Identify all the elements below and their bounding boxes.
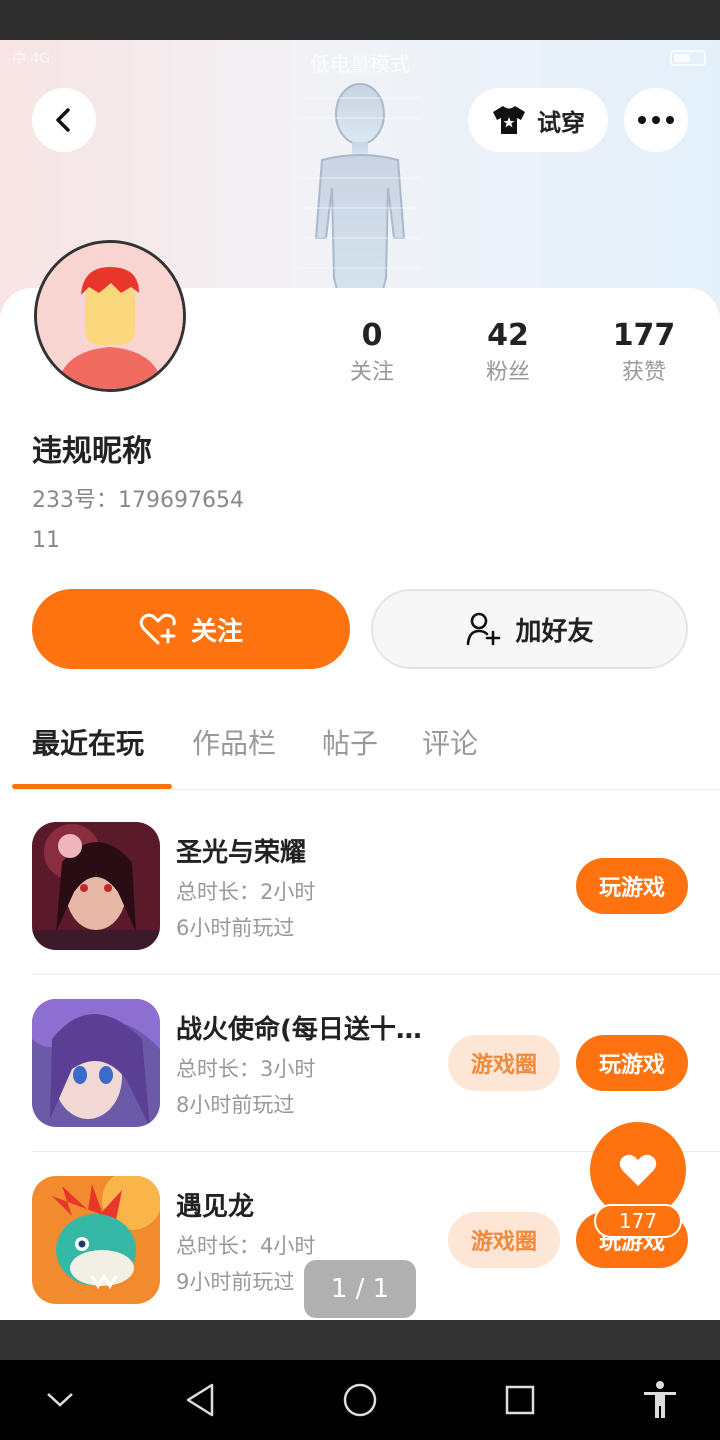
stat-fans[interactable]: 42 粉丝 <box>448 316 568 390</box>
nav-recents-button[interactable] <box>500 1380 540 1420</box>
add-friend-button[interactable]: 加好友 <box>371 589 688 669</box>
fans-label: 粉丝 <box>485 360 530 385</box>
likes-label: 获赞 <box>621 360 666 385</box>
game-row[interactable]: 圣光与荣耀 总时长：2小时 6小时前玩过 玩游戏 <box>0 822 720 998</box>
user-bio: 11 <box>32 528 60 553</box>
avatar-image <box>37 243 183 389</box>
bottom-strip <box>0 1320 720 1360</box>
try-on-label: 试穿 <box>537 108 585 137</box>
system-navigation-bar <box>0 1360 720 1440</box>
game-last-played: 6小时前玩过 <box>176 916 295 940</box>
nav-back-icon <box>186 1383 214 1417</box>
stat-likes[interactable]: 177 获赞 <box>584 316 704 390</box>
nickname: 违规昵称 <box>32 434 152 469</box>
follow-label: 关注 <box>190 616 243 647</box>
tab-recently-played[interactable]: 最近在玩 <box>32 722 144 762</box>
fans-count: 42 <box>487 318 529 353</box>
accessibility-button[interactable] <box>640 1380 680 1420</box>
more-button[interactable] <box>624 88 688 152</box>
user-id: 233号：179697654 <box>32 488 244 513</box>
play-game-button[interactable]: 玩游戏 <box>576 858 688 914</box>
battery-icon <box>670 50 706 66</box>
game-duration: 总时长：4小时 <box>176 1234 316 1258</box>
row-divider <box>32 974 720 975</box>
tab-works[interactable]: 作品栏 <box>192 722 276 762</box>
game-circle-button[interactable]: 游戏圈 <box>448 1212 560 1268</box>
tshirt-icon <box>493 106 525 134</box>
like-count-badge: 177 <box>594 1204 682 1238</box>
play-game-button[interactable]: 玩游戏 <box>576 1035 688 1091</box>
game-last-played: 9小时前玩过 <box>176 1270 295 1294</box>
game-name: 遇见龙 <box>176 1192 255 1222</box>
game-icon-image <box>32 1176 160 1304</box>
tab-comments[interactable]: 评论 <box>422 722 478 762</box>
game-name: 圣光与荣耀 <box>176 838 307 868</box>
follow-button[interactable]: 关注 <box>32 589 350 669</box>
top-system-bar <box>0 0 720 40</box>
game-icon-image <box>32 999 160 1127</box>
back-icon <box>56 108 70 132</box>
nav-home-icon <box>343 1383 377 1417</box>
nav-back-button[interactable] <box>180 1380 220 1420</box>
following-label: 关注 <box>349 360 394 385</box>
more-icon <box>638 116 674 124</box>
game-duration: 总时长：2小时 <box>176 880 316 904</box>
game-last-played: 8小时前玩过 <box>176 1093 295 1117</box>
try-on-button[interactable]: 试穿 <box>468 88 608 152</box>
heart-icon <box>619 1154 657 1186</box>
nav-down-icon <box>47 1393 73 1407</box>
tab-posts[interactable]: 帖子 <box>322 722 378 762</box>
game-duration: 总时长：3小时 <box>176 1057 316 1081</box>
page-indicator: 1 / 1 <box>304 1260 416 1318</box>
heart-plus-icon <box>139 613 176 645</box>
game-circle-button[interactable]: 游戏圈 <box>448 1035 560 1091</box>
back-button[interactable] <box>32 88 96 152</box>
stat-following[interactable]: 0 关注 <box>312 316 432 390</box>
profile-screen: 中 4G 低电量模式 试穿 0 关注 42 粉丝 177 获赞 违规昵称 233… <box>0 40 720 1320</box>
tab-divider <box>12 789 720 790</box>
avatar[interactable] <box>34 240 186 392</box>
user-plus-icon <box>467 612 501 646</box>
nav-recents-icon <box>505 1385 535 1415</box>
accessibility-icon <box>644 1381 676 1418</box>
power-mode-status: 低电量模式 <box>310 52 410 76</box>
add-friend-label: 加好友 <box>515 616 594 647</box>
nav-down-button[interactable] <box>40 1380 80 1420</box>
following-count: 0 <box>361 318 383 353</box>
game-name: 战火使命(每日送十… <box>176 1015 422 1045</box>
nav-home-button[interactable] <box>340 1380 380 1420</box>
game-icon-image <box>32 822 160 950</box>
likes-count: 177 <box>612 318 676 353</box>
